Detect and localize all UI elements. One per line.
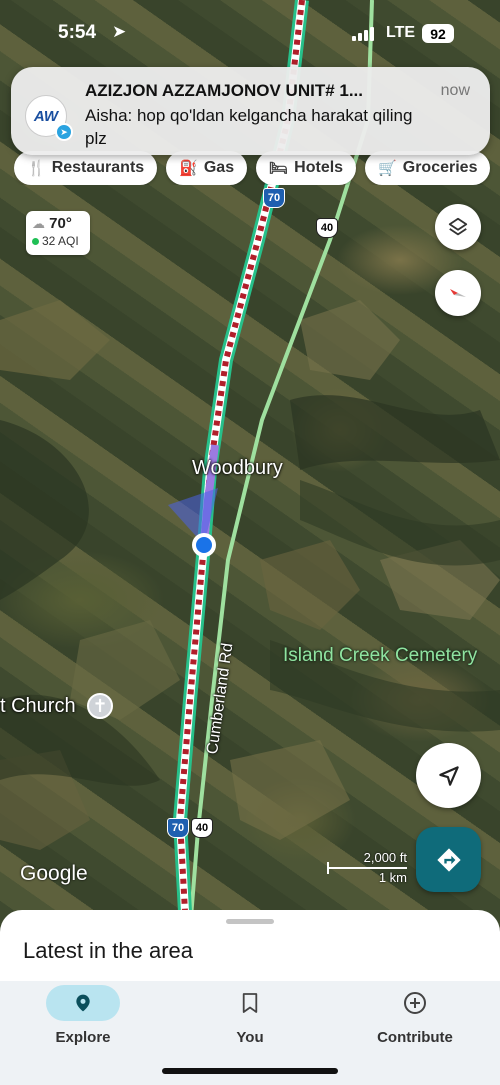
interstate-70-shield-lower-icon: 70 bbox=[167, 818, 189, 838]
sheet-drag-handle[interactable] bbox=[226, 919, 274, 924]
nav-you-pill bbox=[213, 985, 287, 1021]
chip-hotels[interactable]: 🛏 Hotels bbox=[256, 151, 357, 185]
nav-contribute-pill bbox=[378, 985, 452, 1021]
signal-bars-icon bbox=[352, 27, 374, 41]
compass-icon bbox=[450, 289, 466, 297]
push-notification[interactable]: AW ➤ AZIZJON AZZAMJONOV UNIT# 1... now A… bbox=[11, 67, 490, 155]
chip-gas[interactable]: ⛽ Gas bbox=[166, 151, 248, 185]
scale-km: 1 km bbox=[378, 870, 407, 885]
chip-restaurants[interactable]: 🍴 Restaurants bbox=[14, 151, 158, 185]
directions-icon bbox=[436, 847, 461, 872]
location-pin-icon bbox=[76, 994, 90, 1012]
church-cross-icon[interactable]: ✝ bbox=[87, 693, 113, 719]
chip-groceries[interactable]: 🛒 Groceries bbox=[365, 151, 491, 185]
sheet-title: Latest in the area bbox=[23, 938, 194, 963]
chip-label: Restaurants bbox=[51, 159, 145, 176]
church-label[interactable]: t Church bbox=[0, 695, 76, 718]
us-40-shield-lower-icon: 40 bbox=[191, 818, 213, 838]
notification-body: Aisha: hop qo'ldan kelgancha harakat qil… bbox=[85, 106, 413, 148]
cemetery-label[interactable]: Island Creek Cemetery bbox=[283, 645, 477, 667]
chip-label: Groceries bbox=[402, 159, 478, 176]
cart-icon: 🛒 bbox=[378, 160, 397, 177]
add-circle-icon bbox=[404, 992, 426, 1014]
interstate-70-shield-icon: 70 bbox=[263, 188, 285, 208]
status-bar: 5:54 ➤ LTE 92 bbox=[0, 0, 500, 60]
weather-temp: 70° bbox=[49, 215, 72, 232]
google-attribution: Google bbox=[20, 862, 88, 885]
battery-indicator: 92 bbox=[422, 24, 454, 43]
nav-you[interactable]: You bbox=[185, 985, 315, 1046]
directions-button[interactable] bbox=[416, 827, 481, 892]
nav-explore-pill bbox=[46, 985, 120, 1021]
notification-title: AZIZJON AZZAMJONOV UNIT# 1... bbox=[85, 81, 364, 100]
chip-label: Gas bbox=[203, 159, 235, 176]
my-location-button[interactable] bbox=[416, 743, 481, 808]
aqi-row: 32 AQI bbox=[32, 234, 84, 248]
nav-explore-label: Explore bbox=[55, 1029, 111, 1046]
scale-tick bbox=[327, 862, 329, 874]
chip-label: Hotels bbox=[294, 159, 344, 176]
compass-button[interactable] bbox=[435, 270, 481, 316]
nav-contribute[interactable]: Contribute bbox=[350, 985, 480, 1046]
aqi-status-dot bbox=[32, 238, 39, 245]
town-label[interactable]: Woodbury bbox=[192, 457, 283, 480]
telegram-icon: ➤ bbox=[55, 123, 73, 141]
restaurant-icon: 🍴 bbox=[27, 160, 46, 177]
status-time: 5:54 bbox=[58, 22, 97, 43]
nav-explore[interactable]: Explore bbox=[18, 985, 148, 1046]
layers-button[interactable] bbox=[435, 204, 481, 250]
bottom-navigation: Explore You Contribute bbox=[0, 981, 500, 1085]
hotel-icon: 🛏 bbox=[269, 160, 289, 177]
us-40-shield-icon: 40 bbox=[316, 218, 338, 238]
home-indicator bbox=[162, 1068, 338, 1074]
bookmark-icon bbox=[242, 993, 258, 1013]
nav-you-label: You bbox=[236, 1029, 264, 1046]
weather-widget[interactable]: ☁ 70° 32 AQI bbox=[26, 211, 90, 255]
aqi-value: 32 AQI bbox=[42, 234, 79, 248]
nav-contribute-label: Contribute bbox=[377, 1029, 453, 1046]
scale-feet: 2,000 ft bbox=[363, 850, 407, 865]
layers-icon bbox=[448, 217, 468, 236]
cloud-icon: ☁ bbox=[32, 216, 45, 231]
notification-time: now bbox=[440, 82, 470, 99]
map-scale: 2,000 ft 1 km bbox=[325, 850, 407, 886]
navigation-arrow-icon bbox=[438, 765, 459, 786]
network-type: LTE bbox=[386, 24, 416, 41]
location-arrow-icon: ➤ bbox=[112, 22, 127, 41]
weather-temp-row: ☁ 70° bbox=[32, 215, 84, 232]
category-chips: 🍴 Restaurants ⛽ Gas 🛏 Hotels 🛒 Groceries bbox=[14, 151, 500, 185]
scale-line bbox=[327, 867, 407, 869]
gas-station-icon: ⛽ bbox=[179, 160, 198, 177]
